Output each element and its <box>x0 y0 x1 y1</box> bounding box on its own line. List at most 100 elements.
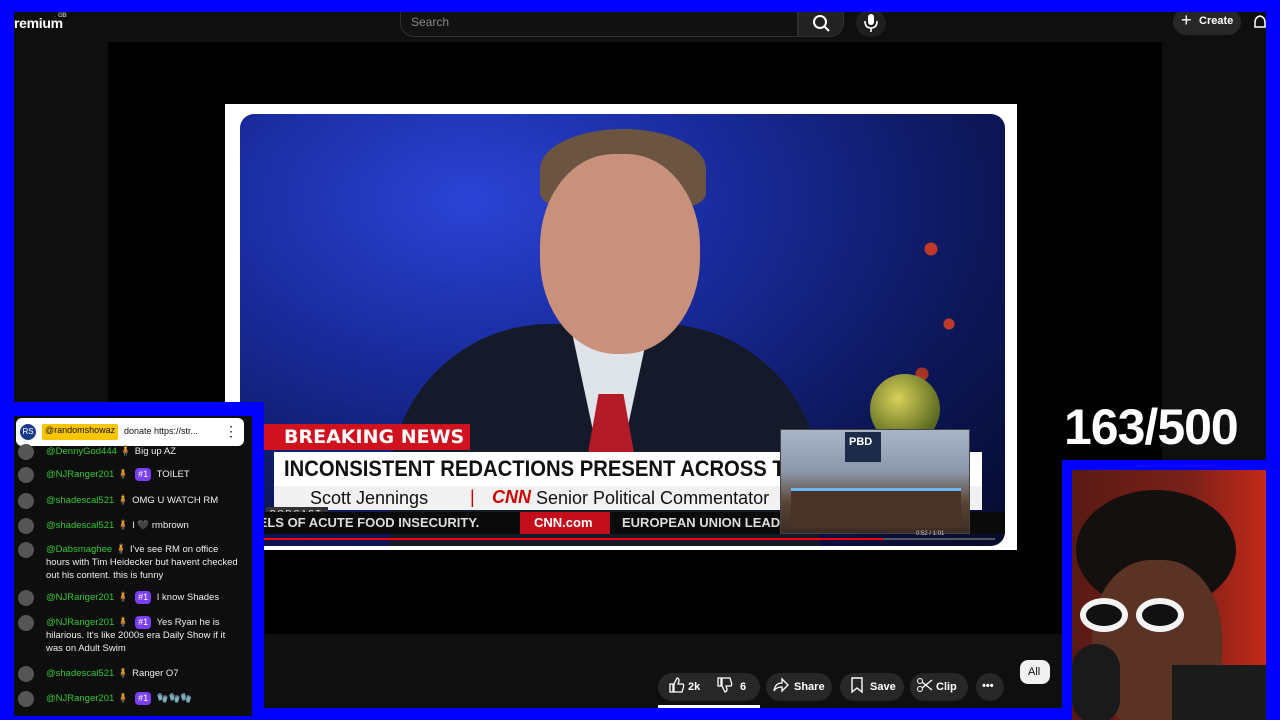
crown-icon: #1 <box>135 692 152 705</box>
chat-avatar[interactable] <box>18 518 34 534</box>
chat-text: I know Shades <box>156 592 220 603</box>
more-icon: ••• <box>982 680 994 692</box>
search-placeholder: Search <box>411 15 450 29</box>
search-icon <box>813 15 830 32</box>
chat-avatar[interactable] <box>18 493 34 509</box>
live-chat-overlay: RS @randomshowaz donate https://str... ⋮… <box>0 402 264 720</box>
chat-panel[interactable]: RS @randomshowaz donate https://str... ⋮… <box>14 416 252 716</box>
more-actions-button[interactable]: ••• <box>976 673 1004 701</box>
chat-username[interactable]: @NJRanger201 <box>46 592 114 603</box>
chat-text: I 🖤 rmbrown <box>132 520 189 531</box>
like-dislike-group: 2k 6 <box>658 673 760 701</box>
share-icon <box>772 676 790 698</box>
ticker-site-label: CNN.com <box>534 515 593 530</box>
chat-username[interactable]: @shadescal521 <box>46 520 114 531</box>
ticker-left-text: VELS OF ACUTE FOOD INSECURITY. <box>250 515 480 530</box>
dislike-count: 6 <box>740 681 747 693</box>
chat-avatar[interactable] <box>18 590 34 606</box>
chat-avatar[interactable] <box>18 467 34 483</box>
video-progress-bar[interactable] <box>250 538 995 540</box>
kebab-menu-icon[interactable]: ⋮ <box>224 423 238 440</box>
chat-message-body: @shadescal521 🧍 OMG U WATCH RM <box>46 494 244 507</box>
chat-message-body: @shadescal521 🧍 I 🖤 rmbrown <box>46 519 244 532</box>
save-label: Save <box>870 681 896 693</box>
youtube-premium-logo[interactable]: remium GB <box>14 13 67 31</box>
user-badge-icon: 🧍 <box>117 617 130 628</box>
search-button[interactable] <box>798 12 844 37</box>
chat-message-body: @NJRanger201 🧍 #1 Yes Ryan he is hilarious… <box>46 616 244 655</box>
chat-avatar[interactable] <box>18 666 34 682</box>
ticker-site-badge: CNN.com <box>520 512 610 534</box>
user-badge-icon: 🧍 <box>117 520 130 531</box>
chat-message-body: @NJRanger201 🧍 #1 I know Shades <box>46 591 244 604</box>
clip-button[interactable]: Clip <box>910 673 968 701</box>
pinned-message[interactable]: RS @randomshowaz donate https://str... ⋮ <box>16 418 244 446</box>
pinned-text-body: donate <box>124 426 152 436</box>
podcast-studio-inset: PBD <box>780 429 970 534</box>
top-bar: remium GB Search + Create <box>14 12 1266 42</box>
bell-icon[interactable] <box>1254 14 1266 32</box>
pbd-logo: PBD <box>845 432 881 462</box>
scissors-icon <box>916 676 934 698</box>
video-progress-fill <box>250 538 884 540</box>
chat-message-body: @shadescal521 🧍 Ranger O7 <box>46 667 244 680</box>
streamer-webcam <box>1062 460 1280 720</box>
user-badge-icon: 🧍 <box>117 668 130 679</box>
pinned-link[interactable]: https://str... <box>154 426 198 436</box>
chat-username[interactable]: @Dabsmaghee <box>46 544 112 555</box>
chat-avatar[interactable] <box>18 615 34 631</box>
speaker-title: Senior Political Commentator <box>536 488 770 508</box>
user-badge-icon: 🧍 <box>117 592 130 603</box>
logo-country-code: GB <box>58 13 67 19</box>
chat-username[interactable]: @NJRanger201 <box>46 469 114 480</box>
chat-avatar[interactable] <box>18 444 34 460</box>
like-count: 2k <box>688 681 701 693</box>
chat-avatar[interactable] <box>18 691 34 707</box>
studio-desk <box>791 488 961 528</box>
news-video-frame[interactable]: BREAKING NEWS INCONSISTENT REDACTIONS PR… <box>240 114 1005 546</box>
pbd-logo-text: PBD <box>849 436 873 448</box>
chat-message-body: @Dabsmaghee 🧍 I've see RM on office hours … <box>46 543 244 582</box>
search-input[interactable]: Search <box>400 12 798 37</box>
chat-username[interactable]: @NJRanger201 <box>46 617 114 628</box>
share-label: Share <box>794 681 825 693</box>
save-button[interactable]: Save <box>840 673 904 701</box>
like-button[interactable] <box>668 676 686 698</box>
share-button[interactable]: Share <box>766 673 832 701</box>
all-chip-label: All <box>1028 666 1041 678</box>
subscriber-goal-counter: 163/500 <box>1064 399 1239 455</box>
user-badge-icon: 🧍 <box>117 693 130 704</box>
crown-icon: #1 <box>135 616 152 629</box>
crown-icon: #1 <box>135 591 152 604</box>
chat-username[interactable]: @DennyGod444 <box>46 446 117 457</box>
speaker-name: Scott Jennings <box>310 488 429 508</box>
sunglasses-lens-right <box>1136 598 1184 632</box>
pinned-username: @randomshowaz <box>42 424 119 440</box>
chat-username[interactable]: @shadescal521 <box>46 668 114 679</box>
user-badge-icon: 🧍 <box>117 469 130 480</box>
streamer-shirt <box>1172 665 1266 720</box>
pinned-avatar: RS <box>20 424 36 440</box>
voice-search-button[interactable] <box>856 12 886 37</box>
thumbs-down-icon <box>717 677 733 693</box>
chat-text: Ranger O7 <box>132 668 179 679</box>
chat-username[interactable]: @shadescal521 <box>46 495 114 506</box>
microphone <box>1072 644 1120 720</box>
headline-text: INCONSISTENT REDACTIONS PRESENT ACROSS T… <box>284 456 860 481</box>
webcam-feed <box>1072 470 1266 720</box>
like-progress-underline <box>658 705 760 708</box>
chat-text: Big up AZ <box>134 446 176 457</box>
filter-chip-all[interactable]: All <box>1020 660 1050 684</box>
create-button[interactable]: + Create <box>1173 12 1241 35</box>
user-badge-icon: 🧍 <box>119 446 132 457</box>
pinned-text: donate https://str... <box>124 426 198 436</box>
user-badge-icon: 🧍 <box>117 495 130 506</box>
cnn-logo: CNN <box>492 487 531 507</box>
chat-avatar[interactable] <box>18 542 34 558</box>
chat-text: OMG U WATCH RM <box>132 495 219 506</box>
dislike-button[interactable] <box>716 676 734 698</box>
logo-text: remium <box>14 15 63 31</box>
chat-username[interactable]: @NJRanger201 <box>46 693 114 704</box>
chat-message-body: @NJRanger201 🧍 #1 TOILET <box>46 468 244 481</box>
white-sunglasses <box>1080 598 1190 634</box>
